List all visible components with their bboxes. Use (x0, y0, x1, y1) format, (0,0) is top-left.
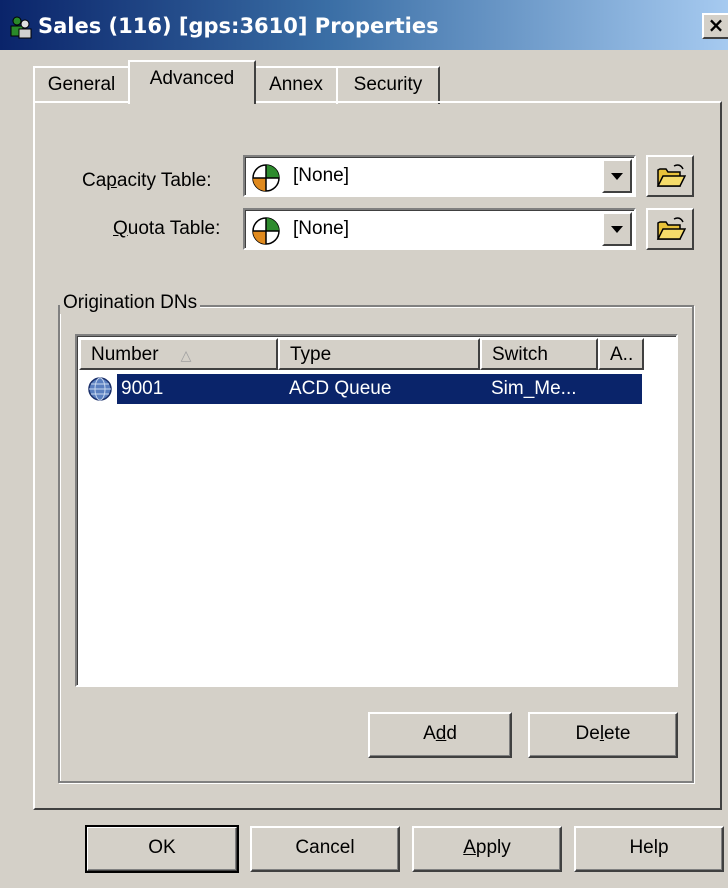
capacity-browse-button[interactable] (646, 155, 694, 197)
column-header-switch[interactable]: Switch (480, 338, 598, 370)
capacity-table-label: Capacity Table: (82, 170, 212, 191)
quota-table-select[interactable]: [None] (243, 208, 636, 250)
cell-type: ACD Queue (289, 378, 392, 399)
column-header-type[interactable]: Type (278, 338, 480, 370)
cell-switch: Sim_Me... (491, 378, 577, 399)
chevron-down-icon (611, 226, 623, 233)
dn-globe-icon (88, 377, 112, 401)
cancel-button[interactable]: Cancel (250, 826, 400, 872)
origination-dns-title: Origination DNs (60, 292, 201, 314)
quota-table-value: [None] (293, 218, 349, 239)
row-selection: 9001 ACD Queue Sim_Me... (117, 374, 642, 404)
tab-security[interactable]: Security (336, 66, 440, 104)
delete-button[interactable]: Delete (528, 712, 678, 758)
capacity-dropdown-button[interactable] (602, 159, 632, 193)
apply-button[interactable]: Apply (412, 826, 562, 872)
table-icon (252, 217, 280, 245)
tab-advanced[interactable]: Advanced (128, 60, 256, 104)
window-title: Sales (116) [gps:3610] Properties (38, 14, 439, 38)
quota-dropdown-button[interactable] (602, 212, 632, 246)
quota-browse-button[interactable] (646, 208, 694, 250)
title-bar: Sales (116) [gps:3610] Properties × (0, 0, 728, 50)
tab-general[interactable]: General (33, 66, 130, 104)
ok-button[interactable]: OK (85, 825, 239, 873)
close-button[interactable]: × (702, 13, 728, 39)
cell-number: 9001 (121, 378, 164, 399)
table-row[interactable]: 9001 ACD Queue Sim_Me... (79, 374, 642, 404)
add-button[interactable]: Add (368, 712, 512, 758)
origination-dns-list[interactable]: Number △ Type Switch A.. 9001 ACD Queue S… (75, 334, 678, 687)
quota-table-label: Quota Table: (113, 218, 221, 239)
column-header-number[interactable]: Number △ (79, 338, 278, 370)
capacity-table-select[interactable]: [None] (243, 155, 636, 197)
open-folder-icon (656, 217, 686, 240)
capacity-table-value: [None] (293, 165, 349, 186)
chevron-down-icon (611, 173, 623, 180)
open-folder-icon (656, 164, 686, 187)
column-header-a[interactable]: A.. (598, 338, 644, 370)
help-button[interactable]: Help (574, 826, 724, 872)
table-icon (252, 164, 280, 192)
tab-annex[interactable]: Annex (254, 66, 338, 104)
user-group-icon (10, 16, 32, 39)
sort-ascending-icon: △ (180, 348, 192, 364)
